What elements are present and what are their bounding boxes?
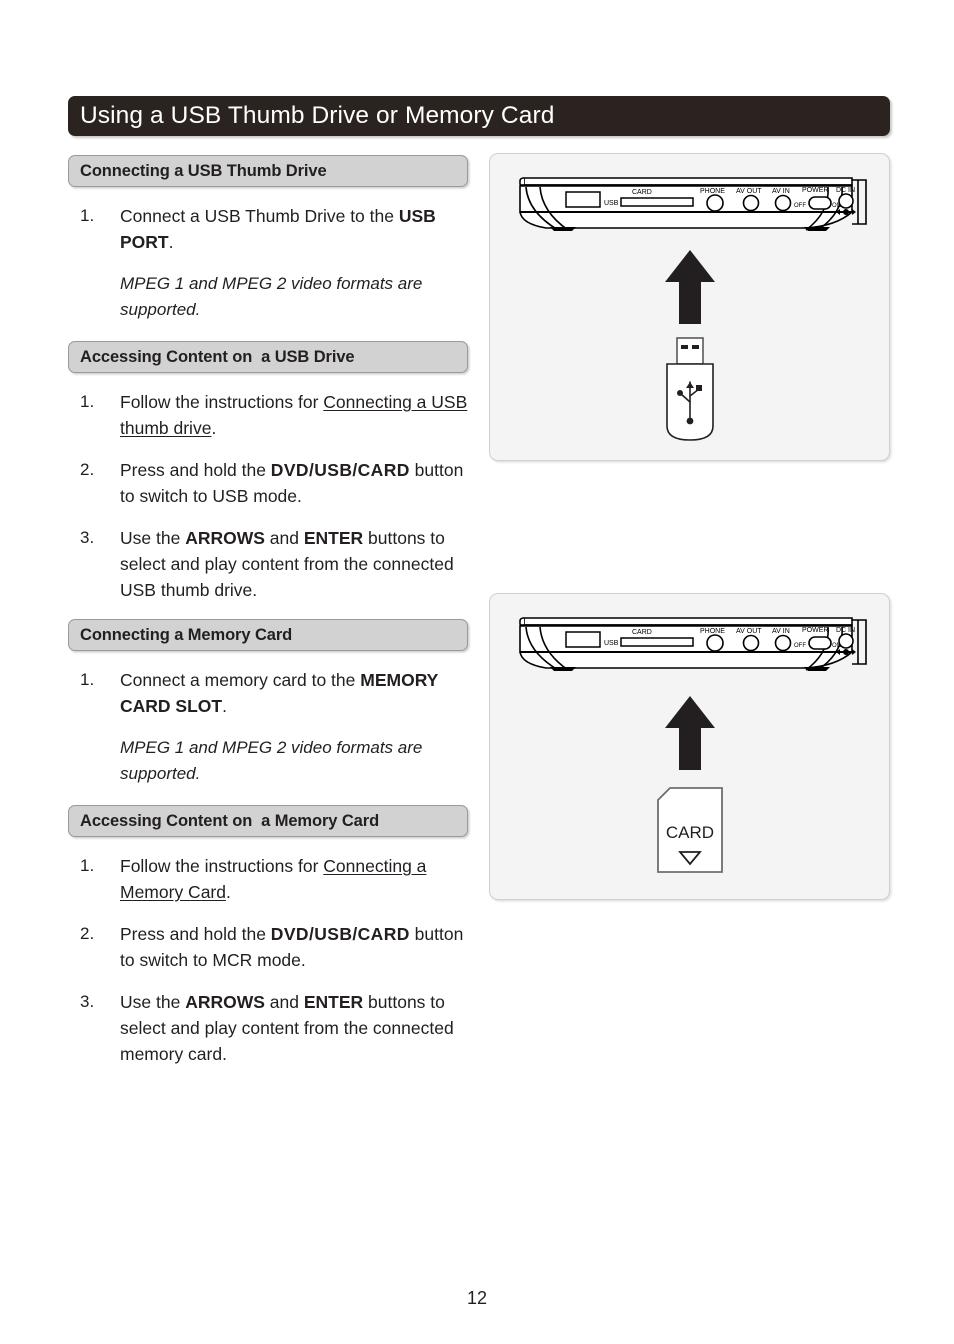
step-text: Use the ARROWS and ENTER buttons to sele… [120,992,454,1064]
instruction-step: 1. Connect a memory card to the MEMORY CA… [68,667,472,719]
port-label-av-out: AV OUT [736,188,762,195]
step-text: Use the ARROWS and ENTER buttons to sele… [120,528,454,600]
port-label-av-in: AV IN [772,628,790,635]
usb-thumb-drive-icon [665,337,714,441]
step-text: Connect a memory card to the MEMORY CARD… [120,670,439,716]
step-number: 3. [80,992,95,1011]
port-label-power: POWER [802,627,828,634]
step-text: Follow the instructions for Connecting a… [120,856,427,902]
instruction-step: 1. Follow the instructions for Connecting… [68,853,472,905]
power-label-off: OFF [794,643,806,649]
memory-card-icon: CARD [656,787,723,873]
section-header-bar: Accessing Content on a USB Drive [68,341,468,373]
port-label-card: CARD [632,629,652,636]
section-header-bar: Accessing Content on a Memory Card [68,805,468,837]
section-header-bar: Connecting a Memory Card [68,619,468,651]
device-side-view-usb: USB CARD PHONE AV OUT AV IN POWER OFF ON [506,168,876,240]
port-label-usb: USB [604,200,619,207]
port-label-usb: USB [604,640,619,647]
format-note: MPEG 1 and MPEG 2 video formats are supp… [120,274,423,319]
instruction-step: 1. Follow the instructions for Connecting… [68,389,472,441]
memory-card-label: CARD [665,823,713,842]
step-text: Follow the instructions for Connecting a… [120,392,468,438]
port-label-power: POWER [802,187,828,194]
key-name: DVD/USB/CARD [270,460,410,480]
port-label-dc-in: DC IN [836,627,855,634]
section-header-label: Connecting a Memory Card [80,625,293,644]
key-name: DVD/USB/CARD [270,924,410,944]
page-number: 12 [466,1288,488,1308]
polarity-icon [836,209,856,215]
page-title-bar: Using a USB Thumb Drive or Memory Card [68,96,890,136]
section-header-label: Accessing Content on a Memory Card [80,811,380,830]
instruction-step: 2. Press and hold the DVD/USB/CARD button… [68,457,472,509]
step-number: 3. [80,528,95,547]
port-label-card: CARD [632,189,652,196]
port-label-phone: PHONE [700,628,725,635]
step-number: 2. [80,460,95,479]
format-note: MPEG 1 and MPEG 2 video formats are supp… [120,738,423,783]
power-label-off: OFF [794,203,806,209]
instruction-step: 3. Use the ARROWS and ENTER buttons to se… [68,525,472,603]
port-label-phone: PHONE [700,188,725,195]
section-header-label: Connecting a USB Thumb Drive [80,161,327,180]
memory-card-illustration-panel: USB CARD PHONE AV OUT AV IN POWER OFF ON… [489,593,890,900]
port-label-av-in: AV IN [772,188,790,195]
arrow-up-icon [664,696,715,770]
instructions-column: Connecting a USB Thumb Drive 1. Connect a … [68,155,472,1083]
arrow-up-icon [664,250,715,324]
section-header-label: Accessing Content on a USB Drive [80,347,355,366]
instruction-step: 2. Press and hold the DVD/USB/CARD button… [68,921,472,973]
step-text: Press and hold the DVD/USB/CARD button t… [120,924,464,970]
step-text: Connect a USB Thumb Drive to the USB POR… [120,206,436,252]
instruction-step: 1. Connect a USB Thumb Drive to the USB P… [68,203,472,255]
step-number: 1. [80,856,95,875]
port-label-dc-in: DC IN [836,187,855,194]
step-text: Press and hold the DVD/USB/CARD button t… [120,460,464,506]
step-number: 1. [80,206,95,225]
device-side-view-card: USB CARD PHONE AV OUT AV IN POWER OFF ON… [506,608,876,680]
section-header-bar: Connecting a USB Thumb Drive [68,155,468,187]
usb-illustration-panel: USB CARD PHONE AV OUT AV IN POWER OFF ON [489,153,890,461]
port-label-av-out: AV OUT [736,628,762,635]
manual-page: Using a USB Thumb Drive or Memory Card C… [0,0,954,1344]
step-number: 1. [80,392,95,411]
instruction-step: 3. Use the ARROWS and ENTER buttons to se… [68,989,472,1067]
page-title: Using a USB Thumb Drive or Memory Card [80,102,555,129]
step-number: 1. [80,670,95,689]
step-number: 2. [80,924,95,943]
polarity-icon [836,649,856,655]
